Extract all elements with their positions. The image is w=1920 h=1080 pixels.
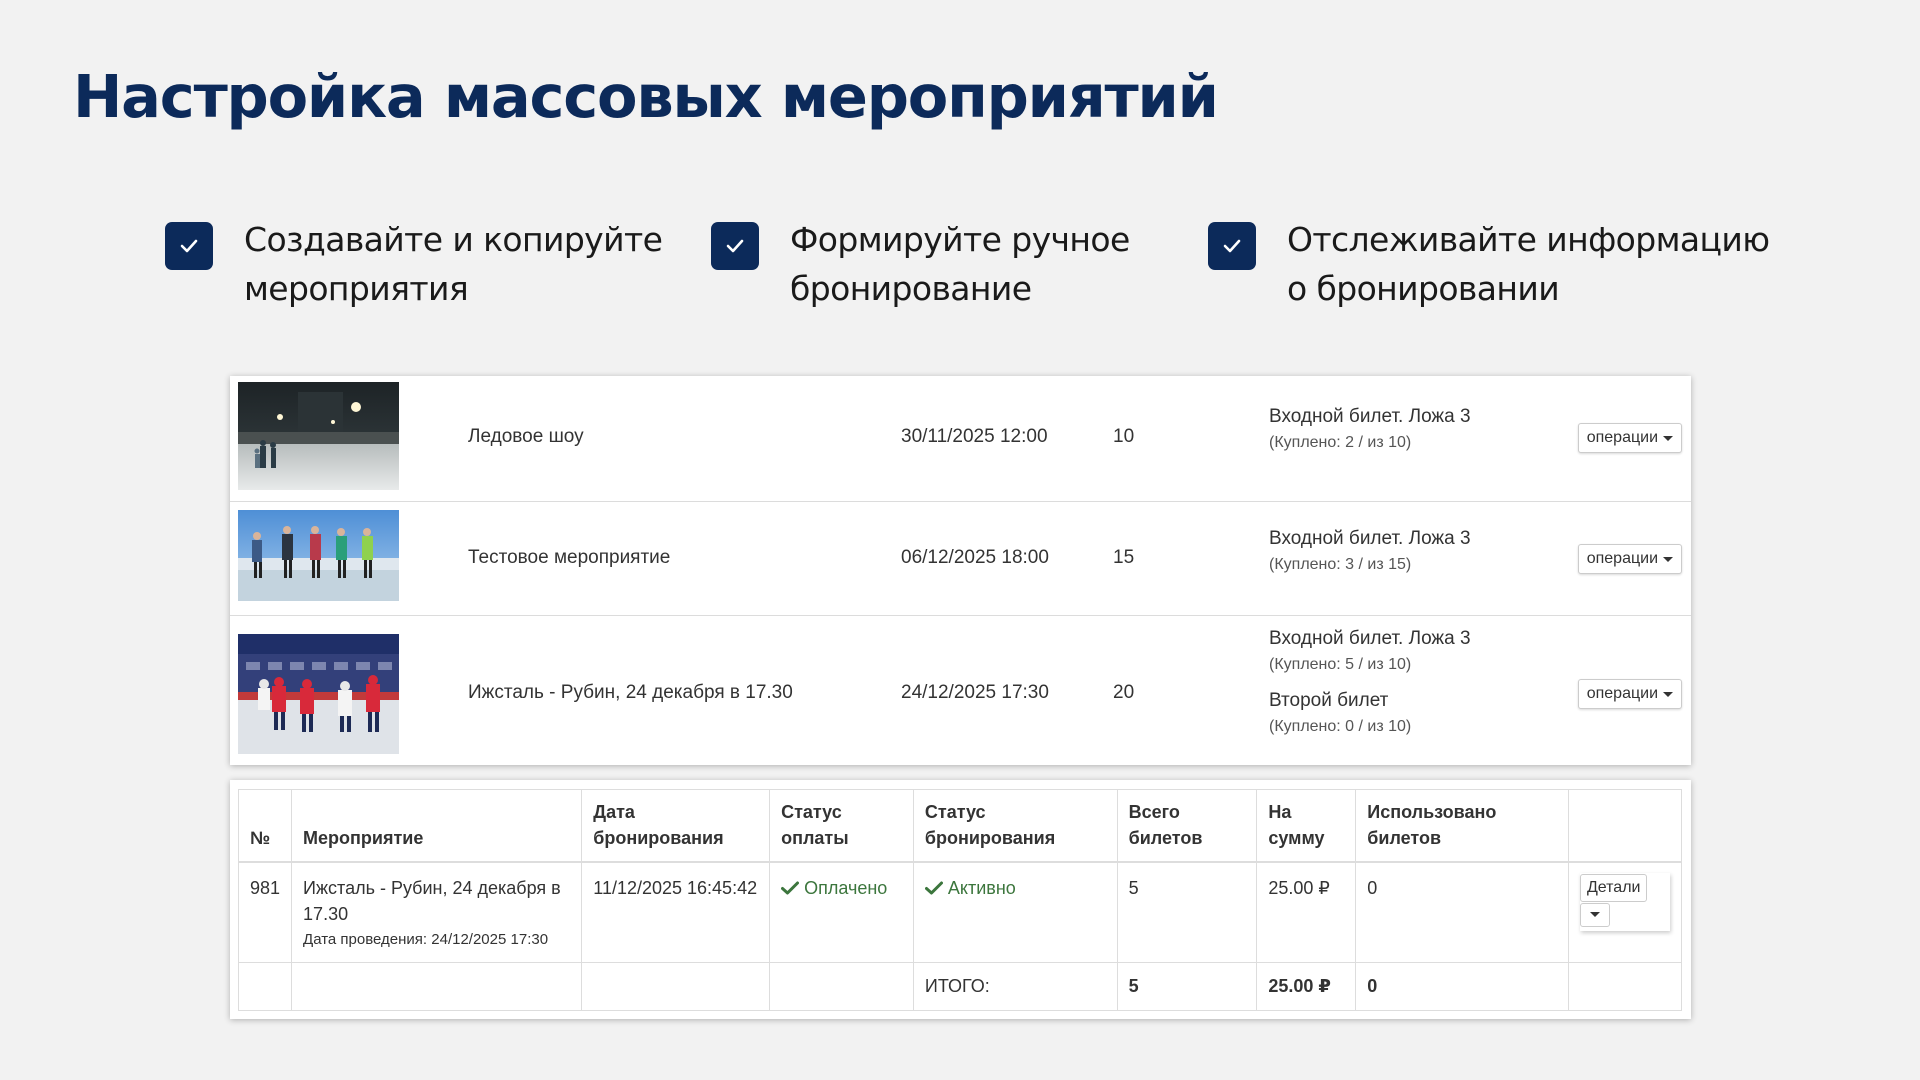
booking-status: Активно — [912, 861, 1118, 963]
ticket-sold: (Куплено: 5 / из 10) — [1269, 656, 1412, 673]
booking-used: 0 — [1355, 861, 1569, 963]
total-sum: 25.00 ₽ — [1256, 962, 1357, 1011]
feature-manual-booking: Формируйте ручное бронирование — [711, 220, 1130, 313]
event-count: 20 — [1113, 682, 1135, 703]
event-name[interactable]: Ледовое шоу — [468, 426, 584, 448]
booking-sum: 25.00 ₽ — [1256, 861, 1357, 963]
check-icon — [1208, 222, 1256, 270]
caret-down-icon — [1663, 691, 1673, 697]
check-icon — [924, 881, 943, 894]
feature-track-info: Отслеживайте информацию о бронировании — [1208, 220, 1770, 313]
bookings-panel: № Мероприятие Дата бронирования Статус опл… — [230, 780, 1691, 1019]
event-datetime: 06/12/2025 18:00 — [901, 547, 1049, 568]
slide-title: Настройка массовых мероприятий — [73, 62, 1219, 131]
check-icon — [711, 222, 759, 270]
caret-down-icon — [1663, 556, 1673, 562]
feature-text: Отслеживайте информацию о бронировании — [1287, 220, 1770, 308]
ticket-info: Входной билет. Ложа 3 (Куплено: 3 / из 1… — [1269, 528, 1471, 574]
column-header-event: Мероприятие — [291, 789, 583, 863]
table-header-row: № Мероприятие Дата бронирования Статус опл… — [237, 789, 1683, 863]
column-header-booking-status: Статус бронирования — [912, 789, 1118, 863]
check-icon — [165, 222, 213, 270]
booking-number: 981 — [237, 861, 293, 963]
payment-status: Оплачено — [769, 861, 914, 963]
booking-event-date: Дата проведения: 24/12/2025 17:30 — [303, 930, 549, 948]
ticket-name: Входной билет. Ложа 3 — [1269, 406, 1471, 427]
column-header-total-tickets: Всего билетов — [1116, 789, 1258, 863]
ticket-name: Второй билет — [1269, 690, 1389, 711]
table-row: 981 Ижсталь - Рубин, 24 декабря в 17.30 … — [237, 861, 1683, 963]
column-header-used-tickets: Использовано билетов — [1355, 789, 1569, 863]
column-header-actions — [1567, 789, 1683, 863]
booking-actions: Детали — [1567, 861, 1683, 963]
ticket-info: Входной билет. Ложа 3 (Куплено: 5 / из 1… — [1269, 628, 1471, 736]
caret-down-icon — [1663, 435, 1673, 441]
column-header-payment-status: Статус оплаты — [769, 789, 914, 863]
ticket-info: Входной билет. Ложа 3 (Куплено: 2 / из 1… — [1269, 406, 1471, 452]
event-row: Ижсталь - Рубин, 24 декабря в 17.30 24/1… — [230, 616, 1691, 765]
operations-button[interactable]: операции — [1577, 544, 1682, 574]
feature-text: Формируйте ручное бронирование — [790, 220, 1130, 308]
event-photo-hockey — [238, 634, 399, 754]
total-label: ИТОГО: — [912, 962, 1118, 1011]
event-photo-ice-show — [238, 382, 399, 490]
details-button[interactable]: Детали — [1579, 873, 1648, 902]
total-used: 0 — [1355, 962, 1569, 1011]
ticket-sold: (Куплено: 0 / из 10) — [1269, 718, 1412, 735]
feature-text: Создавайте и копируйте мероприятия — [244, 220, 663, 308]
check-icon — [781, 881, 800, 894]
ticket-sold: (Куплено: 2 / из 10) — [1269, 434, 1412, 451]
feature-create-copy: Создавайте и копируйте мероприятия — [165, 220, 663, 313]
event-name[interactable]: Тестовое мероприятие — [468, 547, 670, 569]
ticket-sold: (Куплено: 3 / из 15) — [1269, 556, 1412, 573]
event-count: 10 — [1113, 426, 1135, 447]
operations-button[interactable]: операции — [1577, 679, 1682, 709]
column-header-number: № — [237, 789, 293, 863]
column-header-sum: На сумму — [1256, 789, 1357, 863]
ticket-name: Входной билет. Ложа 3 — [1269, 628, 1471, 649]
details-dropdown-toggle[interactable] — [1579, 902, 1610, 927]
column-header-booking-date: Дата бронирования — [581, 789, 771, 863]
table-total-row: ИТОГО: 5 25.00 ₽ 0 — [237, 962, 1683, 1011]
bookings-table: № Мероприятие Дата бронирования Статус опл… — [237, 789, 1683, 1011]
event-row: Ледовое шоу 30/11/2025 12:00 10 Входной … — [230, 376, 1691, 502]
ticket-name: Входной билет. Ложа 3 — [1269, 528, 1471, 549]
booking-event-cell: Ижсталь - Рубин, 24 декабря в 17.30 Дата… — [291, 861, 583, 963]
event-count: 15 — [1113, 547, 1135, 568]
events-list-panel: Ледовое шоу 30/11/2025 12:00 10 Входной … — [230, 376, 1691, 765]
operations-button[interactable]: операции — [1577, 423, 1682, 453]
caret-down-icon — [1589, 912, 1600, 917]
event-datetime: 30/11/2025 12:00 — [901, 426, 1048, 447]
event-name[interactable]: Ижсталь - Рубин, 24 декабря в 17.30 — [468, 682, 793, 704]
booking-tickets: 5 — [1116, 861, 1258, 963]
booking-event-name: Ижсталь - Рубин, 24 декабря в 17.30 — [303, 877, 561, 924]
event-row: Тестовое мероприятие 06/12/2025 18:00 15… — [230, 502, 1691, 616]
total-tickets: 5 — [1116, 962, 1258, 1011]
booking-date: 11/12/2025 16:45:42 — [581, 861, 771, 963]
event-photo-skaters — [238, 510, 399, 601]
details-button-group: Детали — [1579, 872, 1670, 931]
event-datetime: 24/12/2025 17:30 — [901, 682, 1049, 703]
